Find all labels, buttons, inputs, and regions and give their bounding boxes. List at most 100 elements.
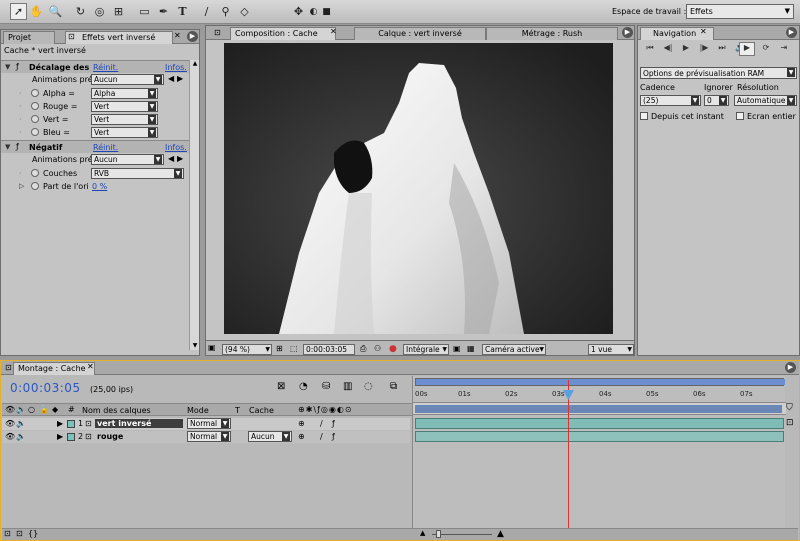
graph-editor-icon[interactable]: ⧉: [390, 381, 397, 392]
zoom-select[interactable]: (94 %) ▼: [222, 344, 272, 355]
time-navigator[interactable]: [415, 378, 785, 386]
ram-options-select[interactable]: Options de prévisualisation RAM ▼: [640, 67, 797, 79]
ram-preview-alt-icon[interactable]: ⇥: [777, 43, 791, 55]
effect-switch-icon[interactable]: ƒ: [332, 419, 335, 428]
stopwatch-icon[interactable]: [31, 182, 39, 190]
fx-icon[interactable]: ƒ: [16, 142, 19, 151]
param-select[interactable]: Vert ▼: [91, 114, 158, 125]
preview-resolution-select[interactable]: Automatique ▼: [734, 95, 797, 106]
close-icon[interactable]: ✕: [174, 31, 181, 40]
panel-menu-icon[interactable]: ▶: [785, 362, 796, 373]
orbit-camera-tool-icon[interactable]: ◎: [91, 3, 108, 20]
play-icon[interactable]: ▶: [679, 43, 693, 55]
switches-icon[interactable]: ⊕✱\ƒ◎◉◐⊙: [298, 405, 353, 414]
text-tool-icon[interactable]: T: [174, 3, 191, 20]
video-toggle-icon[interactable]: 👁: [5, 432, 15, 441]
brush-tool-icon[interactable]: ∕: [198, 3, 215, 20]
expand-triangle-icon[interactable]: ▷: [19, 182, 24, 190]
prev-preset-icon[interactable]: ◀: [168, 74, 174, 83]
cadence-select[interactable]: (25) ▼: [640, 95, 701, 106]
next-preset-icon[interactable]: ▶: [177, 74, 183, 83]
blend-mode-select[interactable]: Normal ▼: [187, 418, 231, 429]
clone-stamp-tool-icon[interactable]: ⚲: [217, 3, 234, 20]
comp-marker-icon[interactable]: ⛉: [786, 403, 793, 413]
stopwatch-icon[interactable]: [31, 169, 39, 177]
resolution-select[interactable]: Intégrale ▼: [403, 344, 449, 355]
prev-preset-icon[interactable]: ◀: [168, 154, 174, 163]
param-select[interactable]: Vert ▼: [91, 101, 158, 112]
label-color-swatch[interactable]: [67, 433, 75, 441]
mask-view-icon[interactable]: ⬚: [290, 344, 298, 353]
layer-name-header[interactable]: Nom des calques: [82, 406, 151, 415]
close-icon[interactable]: ✕: [330, 27, 337, 36]
close-icon[interactable]: ✕: [700, 27, 707, 36]
effect-decalage-row[interactable]: ▼ ƒ Décalage des Réinit. Infos.: [1, 60, 199, 73]
expand-triangle-icon[interactable]: ▼: [5, 63, 10, 71]
work-area-range[interactable]: [415, 405, 782, 413]
transparency-grid-icon[interactable]: ▦: [467, 344, 475, 353]
info-link[interactable]: Infos.: [165, 143, 187, 152]
pen-tool-icon[interactable]: ✒: [155, 3, 172, 20]
lock-icon[interactable]: 🔒: [39, 405, 49, 414]
show-snapshot-icon[interactable]: ⚇: [374, 344, 381, 353]
eraser-tool-icon[interactable]: ◇: [236, 3, 253, 20]
tab-footage[interactable]: Métrage : Rush: [486, 27, 618, 40]
next-frame-icon[interactable]: |▶: [697, 43, 711, 55]
tab-effects[interactable]: Effets vert inversé: [65, 31, 173, 44]
zoom-out-icon[interactable]: ▲: [420, 529, 425, 537]
animation-preset-select[interactable]: Aucun ▼: [91, 154, 164, 165]
current-time-indicator[interactable]: [568, 380, 569, 528]
always-preview-icon[interactable]: ▣: [208, 343, 216, 352]
track-matte-select[interactable]: Aucun ▼: [248, 431, 292, 442]
snapshot-icon[interactable]: ⎙: [360, 344, 366, 354]
current-time-field[interactable]: 0:00:03:05: [303, 344, 355, 355]
comp-mini-flowchart-icon[interactable]: ⊠: [277, 381, 285, 392]
draft-3d-icon[interactable]: ⛁: [322, 381, 330, 392]
zoom-tool-icon[interactable]: 🔍: [47, 3, 64, 20]
matte-header[interactable]: Cache: [249, 406, 274, 415]
panel-menu-icon[interactable]: ▶: [622, 27, 633, 38]
quality-switch-icon[interactable]: ∕: [320, 432, 323, 441]
first-frame-icon[interactable]: ⏮: [643, 43, 657, 55]
info-link[interactable]: Infos.: [165, 63, 187, 72]
t-header[interactable]: T: [235, 406, 240, 415]
audio-toggle-icon[interactable]: 🔈: [16, 419, 26, 428]
tab-layer[interactable]: Calque : vert inversé: [354, 27, 486, 40]
expand-triangle-icon[interactable]: ▼: [5, 143, 10, 151]
frame-blending-icon[interactable]: ▥: [343, 381, 352, 392]
effects-scrollbar[interactable]: ▲ ▼: [189, 60, 199, 350]
label-color-swatch[interactable]: [67, 420, 75, 428]
next-preset-icon[interactable]: ▶: [177, 154, 183, 163]
rotation-tool-icon[interactable]: ↻: [72, 3, 89, 20]
toggle-switches-icon[interactable]: ⊡: [4, 529, 11, 538]
scroll-up-icon[interactable]: ▲: [191, 60, 199, 68]
layer-marker-icon[interactable]: ⊡: [786, 418, 794, 428]
layer-bar-rouge[interactable]: [415, 431, 784, 442]
stopwatch-icon[interactable]: [31, 115, 39, 123]
rectangle-mask-tool-icon[interactable]: ▭: [136, 3, 153, 20]
loop-icon[interactable]: ⟳: [759, 43, 773, 55]
expand-triangle-icon[interactable]: ▶: [57, 419, 63, 428]
toggle-in-out-icon[interactable]: {}: [28, 529, 38, 538]
layer-row[interactable]: 👁 🔈 ▶ 1 ⊡ vert inversé Normal ▼ ⊕ ∕ ƒ: [2, 418, 410, 430]
param-select[interactable]: Vert ▼: [91, 127, 158, 138]
view-layout-select[interactable]: 1 vue ▼: [588, 344, 634, 355]
quality-switch-icon[interactable]: ∕: [320, 419, 323, 428]
tab-timeline[interactable]: Montage : Cache: [13, 362, 95, 375]
video-toggle-icon[interactable]: 👁: [5, 405, 15, 414]
world-axis-icon[interactable]: ■: [318, 3, 335, 20]
label-icon[interactable]: ◆: [52, 405, 58, 414]
zoom-in-icon[interactable]: ▲: [497, 529, 504, 539]
previous-frame-icon[interactable]: ◀|: [661, 43, 675, 55]
pan-behind-tool-icon[interactable]: ⊞: [110, 3, 127, 20]
shy-switch-icon[interactable]: ⊕: [298, 432, 305, 441]
animation-preset-select[interactable]: Aucun ▼: [91, 74, 164, 85]
timeline-graph[interactable]: [412, 376, 786, 528]
scroll-down-icon[interactable]: ▼: [191, 342, 199, 350]
region-of-interest-icon[interactable]: ▣: [453, 344, 461, 353]
effect-switch-icon[interactable]: ƒ: [332, 432, 335, 441]
last-frame-icon[interactable]: ⏭: [715, 43, 729, 55]
audio-toggle-icon[interactable]: 🔈: [16, 432, 26, 441]
reset-link[interactable]: Réinit.: [93, 143, 118, 152]
stopwatch-icon[interactable]: [31, 102, 39, 110]
